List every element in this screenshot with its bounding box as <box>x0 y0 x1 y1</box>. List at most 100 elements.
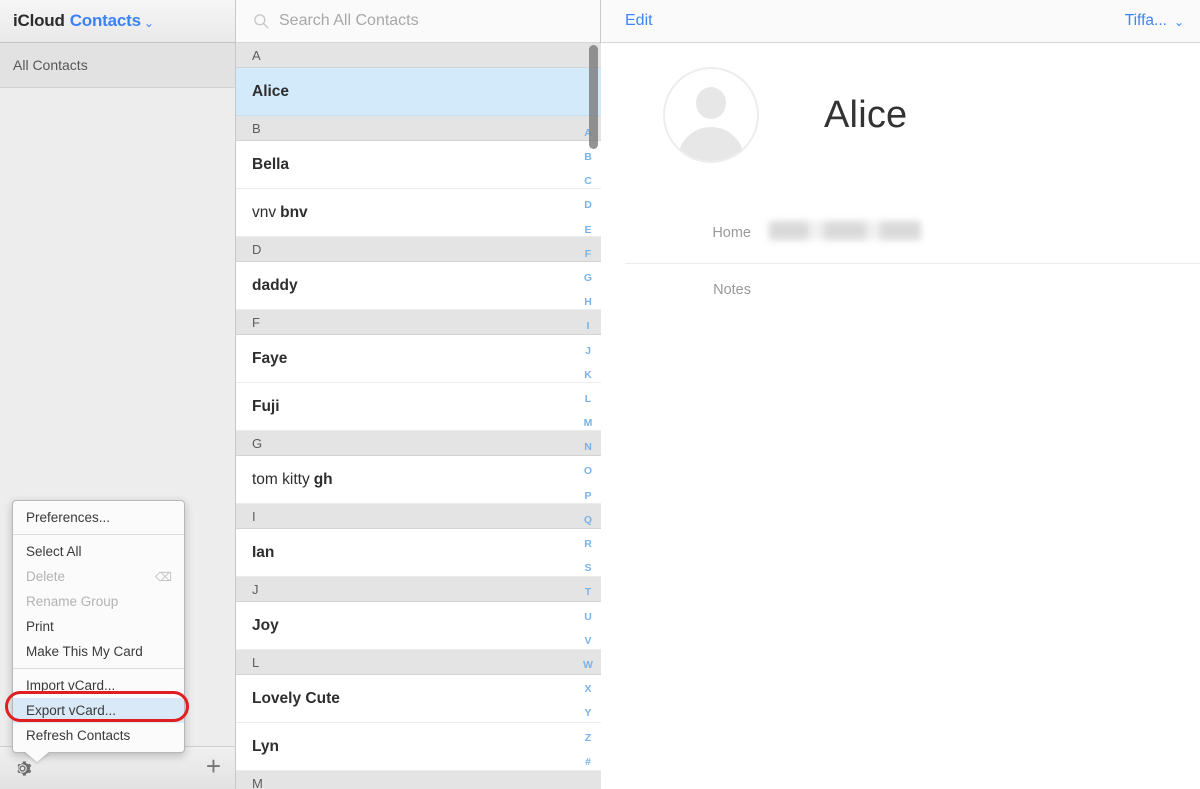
sidebar-item-label: All Contacts <box>13 57 88 73</box>
section-header: D <box>236 237 601 262</box>
contact-row-lyn[interactable]: Lyn <box>236 723 601 771</box>
contact-first-name: Joy <box>252 617 279 635</box>
section-header: I <box>236 504 601 529</box>
menu-item-rename-group: Rename Group <box>13 589 184 614</box>
section-header: B <box>236 116 601 141</box>
contact-first-name: Fuji <box>252 398 280 416</box>
account-name-label: Tiffa... <box>1125 12 1167 30</box>
field-value-home[interactable] <box>769 207 1200 244</box>
group-list: All Contacts <box>0 43 235 88</box>
redacted-value <box>769 221 921 240</box>
search-input[interactable] <box>279 12 579 30</box>
sidebar: iCloud Contacts⌄ All Contacts Preferences… <box>0 0 236 789</box>
chevron-down-icon[interactable]: ⌄ <box>144 16 154 30</box>
backspace-icon: ⌫ <box>155 570 172 584</box>
contact-row-bella[interactable]: Bella <box>236 141 601 189</box>
contact-first-name: Alice <box>252 83 289 101</box>
menu-item-export-vcard[interactable]: Export vCard... <box>13 698 184 723</box>
person-avatar-body <box>678 127 744 163</box>
field-value-notes[interactable] <box>769 264 1200 278</box>
section-header: F <box>236 310 601 335</box>
section-header: J <box>236 577 601 602</box>
brand-icloud-label: iCloud <box>13 11 65 30</box>
section-letter: J <box>252 582 259 597</box>
menu-item-select-all[interactable]: Select All <box>13 539 184 564</box>
contact-last-name: bnv <box>280 204 308 222</box>
brand-app-label[interactable]: Contacts <box>70 11 141 30</box>
add-contact-button[interactable]: + <box>206 753 221 783</box>
menu-divider <box>13 534 184 535</box>
field-row-home: Home <box>625 207 1200 264</box>
section-letter: M <box>252 776 263 789</box>
section-letter: F <box>252 315 260 330</box>
person-avatar-icon <box>696 87 726 119</box>
contact-first-name: Bella <box>252 156 289 174</box>
contacts-list-column: A Alice B Bella vnvbnv D daddy <box>236 0 601 789</box>
brand: iCloud Contacts⌄ <box>13 11 154 31</box>
contact-first-name: Ian <box>252 544 274 562</box>
contact-row-lovely-cute[interactable]: Lovely Cute <box>236 675 601 723</box>
section-letter: A <box>252 48 261 63</box>
settings-context-menu[interactable]: Preferences... Select All Delete ⌫ Renam… <box>12 500 185 753</box>
menu-item-label: Print <box>26 619 54 634</box>
menu-item-label: Select All <box>26 544 82 559</box>
contacts-scroll-area[interactable]: A Alice B Bella vnvbnv D daddy <box>236 43 601 789</box>
contact-row-alice[interactable]: Alice <box>236 68 601 116</box>
contact-detail-pane: Edit Tiffa... ⌄ Alice Home <box>601 0 1200 789</box>
avatar[interactable] <box>663 67 759 163</box>
sidebar-item-all-contacts[interactable]: All Contacts <box>0 43 235 88</box>
section-header: A <box>236 43 601 68</box>
contact-name-title: Alice <box>824 94 907 137</box>
account-menu-button[interactable]: Tiffa... ⌄ <box>1125 12 1184 30</box>
contact-first-name: Lyn <box>252 738 279 756</box>
detail-topbar: Edit Tiffa... ⌄ <box>601 0 1200 43</box>
edit-button[interactable]: Edit <box>625 12 653 30</box>
menu-divider <box>13 668 184 669</box>
contact-last-name: gh <box>314 471 333 489</box>
contact-first-name: tom kitty <box>252 471 310 489</box>
section-letter: I <box>252 509 256 524</box>
icloud-contacts-app: iCloud Contacts⌄ All Contacts Preferences… <box>0 0 1200 789</box>
section-header: M <box>236 771 601 789</box>
contact-row-daddy[interactable]: daddy <box>236 262 601 310</box>
section-letter: G <box>252 436 262 451</box>
contact-first-name: daddy <box>252 277 298 295</box>
section-header: G <box>236 431 601 456</box>
contact-row-faye[interactable]: Faye <box>236 335 601 383</box>
field-row-notes: Notes <box>625 264 1200 321</box>
menu-item-label: Delete <box>26 569 65 584</box>
contact-first-name: Lovely Cute <box>252 690 340 708</box>
list-scrollbar-thumb[interactable] <box>589 45 598 149</box>
menu-item-preferences[interactable]: Preferences... <box>13 505 184 530</box>
contact-row-ian[interactable]: Ian <box>236 529 601 577</box>
search-bar[interactable] <box>236 0 600 43</box>
menu-item-make-this-my-card[interactable]: Make This My Card <box>13 639 184 664</box>
menu-item-delete: Delete ⌫ <box>13 564 184 589</box>
menu-item-label: Import vCard... <box>26 678 115 693</box>
section-letter: B <box>252 121 261 136</box>
menu-item-label: Rename Group <box>26 594 118 609</box>
sidebar-header: iCloud Contacts⌄ <box>0 0 235 43</box>
contact-row-fuji[interactable]: Fuji <box>236 383 601 431</box>
field-label: Home <box>625 207 769 241</box>
contact-row-vnv-bnv[interactable]: vnvbnv <box>236 189 601 237</box>
contact-row-tom-kitty-gh[interactable]: tom kittygh <box>236 456 601 504</box>
menu-item-import-vcard[interactable]: Import vCard... <box>13 673 184 698</box>
menu-item-print[interactable]: Print <box>13 614 184 639</box>
menu-item-label: Make This My Card <box>26 644 143 659</box>
menu-item-label: Refresh Contacts <box>26 728 130 743</box>
contact-row-joy[interactable]: Joy <box>236 602 601 650</box>
search-icon <box>252 12 270 30</box>
menu-item-label: Preferences... <box>26 510 110 525</box>
menu-item-refresh-contacts[interactable]: Refresh Contacts <box>13 723 184 748</box>
contact-card-header: Alice <box>601 67 1200 163</box>
section-header: L <box>236 650 601 675</box>
field-label: Notes <box>625 264 769 298</box>
menu-item-label: Export vCard... <box>26 703 116 718</box>
contact-first-name: vnv <box>252 204 276 222</box>
contact-first-name: Faye <box>252 350 287 368</box>
section-letter: L <box>252 655 259 670</box>
plus-icon: + <box>206 753 221 779</box>
menu-pointer-arrow <box>24 751 50 762</box>
list-scrollbar-track[interactable] <box>589 43 598 789</box>
